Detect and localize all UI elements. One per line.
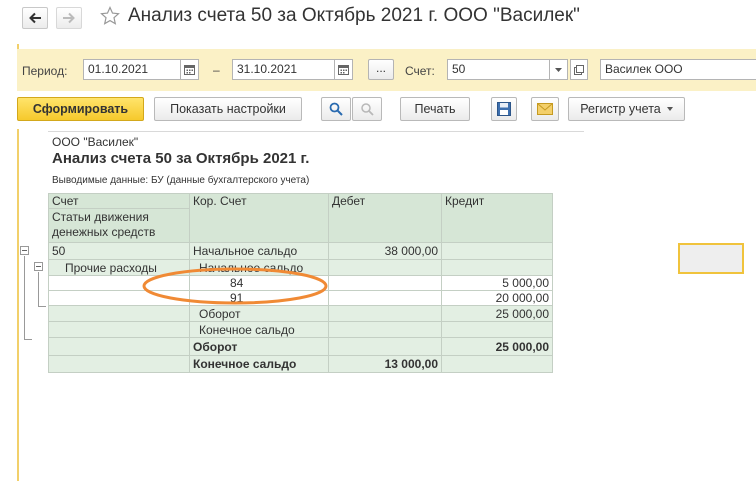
report-organization: ООО "Василек" (52, 135, 139, 149)
cell-debit (328, 275, 442, 291)
envelope-icon (537, 103, 553, 115)
cell-credit: 5 000,00 (441, 275, 553, 291)
report-title: Анализ счета 50 за Октябрь 2021 г. (52, 150, 310, 167)
cell-corr-account: 84 (189, 275, 329, 291)
table-row[interactable]: Конечное сальдо (48, 321, 553, 338)
parameters-bar: Период: 01.10.2021 – 31.10.2021 ... Счет… (17, 49, 756, 91)
cell-account (48, 355, 190, 373)
subgroup-line (38, 306, 46, 307)
chevron-down-icon (666, 107, 673, 111)
send-email-button[interactable] (531, 97, 559, 121)
search-reset-icon (361, 103, 374, 116)
report-output-data: Выводимые данные: БУ (данные бухгалтерск… (52, 175, 310, 186)
table-row[interactable]: 50 Начальное сальдо 38 000,00 (48, 242, 553, 260)
account-label: Счет: (405, 64, 435, 78)
print-button[interactable]: Печать (400, 97, 470, 121)
calendar-icon (338, 65, 349, 75)
cell-cash-flow-item (48, 305, 190, 322)
cell-credit: 20 000,00 (441, 290, 553, 306)
forward-button[interactable] (56, 7, 82, 29)
title-bar: Анализ счета 50 за Октябрь 2021 г. ООО "… (0, 0, 756, 44)
table-row[interactable]: Прочие расходы Начальное сальдо (48, 259, 553, 276)
cell-corr-account: Оборот (189, 305, 329, 322)
organization-input[interactable]: Василек ООО (600, 59, 756, 80)
date-to-calendar-button[interactable] (335, 59, 353, 80)
header-cash-flow-items: Статьи движения денежных средств (48, 208, 190, 243)
cell-credit: 25 000,00 (441, 305, 553, 322)
cell-total-label: Конечное сальдо (189, 355, 329, 373)
show-settings-button[interactable]: Показать настройки (154, 97, 302, 121)
table-row[interactable]: 84 5 000,00 (48, 275, 553, 291)
arrow-left-icon (29, 12, 41, 24)
generate-button[interactable]: Сформировать (17, 97, 144, 121)
cell-credit (441, 242, 553, 260)
period-select-button[interactable]: ... (368, 59, 394, 80)
save-button[interactable] (491, 97, 517, 121)
header-credit: Кредит (441, 193, 553, 243)
table-total-row[interactable]: Конечное сальдо 13 000,00 (48, 355, 553, 373)
save-icon (497, 102, 511, 116)
header-account: Счет (48, 193, 190, 209)
cell-credit (441, 259, 553, 276)
arrow-right-icon (63, 12, 75, 24)
cell-debit (328, 321, 442, 338)
date-range-dash: – (213, 63, 220, 77)
report-table: Счет Кор. Счет Дебет Кредит Статьи движе… (48, 193, 553, 373)
cell-credit (441, 321, 553, 338)
header-debit: Дебет (328, 193, 442, 243)
subgroup-line (38, 272, 39, 307)
collapse-group-icon[interactable] (20, 246, 29, 255)
window-title: Анализ счета 50 за Октябрь 2021 г. ООО "… (128, 5, 580, 26)
account-register-label: Регистр учета (580, 102, 661, 116)
cell-cash-flow-item: Прочие расходы (48, 259, 190, 276)
group-line (24, 256, 25, 339)
chevron-down-icon (555, 67, 562, 72)
back-button[interactable] (22, 7, 48, 29)
cell-corr-account: 91 (189, 290, 329, 306)
cell-debit (328, 259, 442, 276)
search-button[interactable] (321, 97, 351, 121)
date-from-input[interactable]: 01.10.2021 (83, 59, 181, 80)
cell-cash-flow-item (48, 321, 190, 338)
cell-debit (328, 305, 442, 322)
date-to-input[interactable]: 31.10.2021 (232, 59, 335, 80)
cell-credit: 25 000,00 (441, 337, 553, 356)
cell-corr-account: Начальное сальдо (189, 242, 329, 260)
cell-corr-account: Начальное сальдо (189, 259, 329, 276)
command-bar: Сформировать Показать настройки Печать Р… (17, 91, 756, 129)
group-line (24, 339, 32, 340)
cell-debit (328, 290, 442, 306)
report-ruler (48, 131, 584, 132)
table-row[interactable]: 91 20 000,00 (48, 290, 553, 306)
cell-debit: 13 000,00 (328, 355, 442, 373)
table-header-row: Счет Кор. Счет Дебет Кредит (48, 193, 553, 243)
account-input[interactable]: 50 (447, 59, 550, 80)
account-open-button[interactable] (570, 59, 588, 80)
cell-total-label: Оборот (189, 337, 329, 356)
cell-cash-flow-item (48, 290, 190, 306)
cell-debit (328, 337, 442, 356)
collapse-subgroup-icon[interactable] (34, 262, 43, 271)
search-icon (329, 102, 343, 116)
period-label: Период: (22, 64, 68, 78)
account-dropdown-button[interactable] (550, 59, 568, 80)
cell-corr-account: Конечное сальдо (189, 321, 329, 338)
cell-debit: 38 000,00 (328, 242, 442, 260)
cell-account (48, 337, 190, 356)
account-register-button[interactable]: Регистр учета (568, 97, 685, 121)
table-total-row[interactable]: Оборот 25 000,00 (48, 337, 553, 356)
open-link-icon (574, 64, 584, 75)
table-row[interactable]: Оборот 25 000,00 (48, 305, 553, 322)
cell-account: 50 (48, 242, 190, 260)
date-from-calendar-button[interactable] (181, 59, 199, 80)
selected-cell[interactable] (678, 243, 744, 274)
search-cancel-button[interactable] (352, 97, 382, 121)
cell-cash-flow-item (48, 275, 190, 291)
favorite-star-icon[interactable] (100, 6, 120, 26)
header-corr-account: Кор. Счет (189, 193, 329, 243)
calendar-icon (184, 65, 195, 75)
cell-credit (441, 355, 553, 373)
